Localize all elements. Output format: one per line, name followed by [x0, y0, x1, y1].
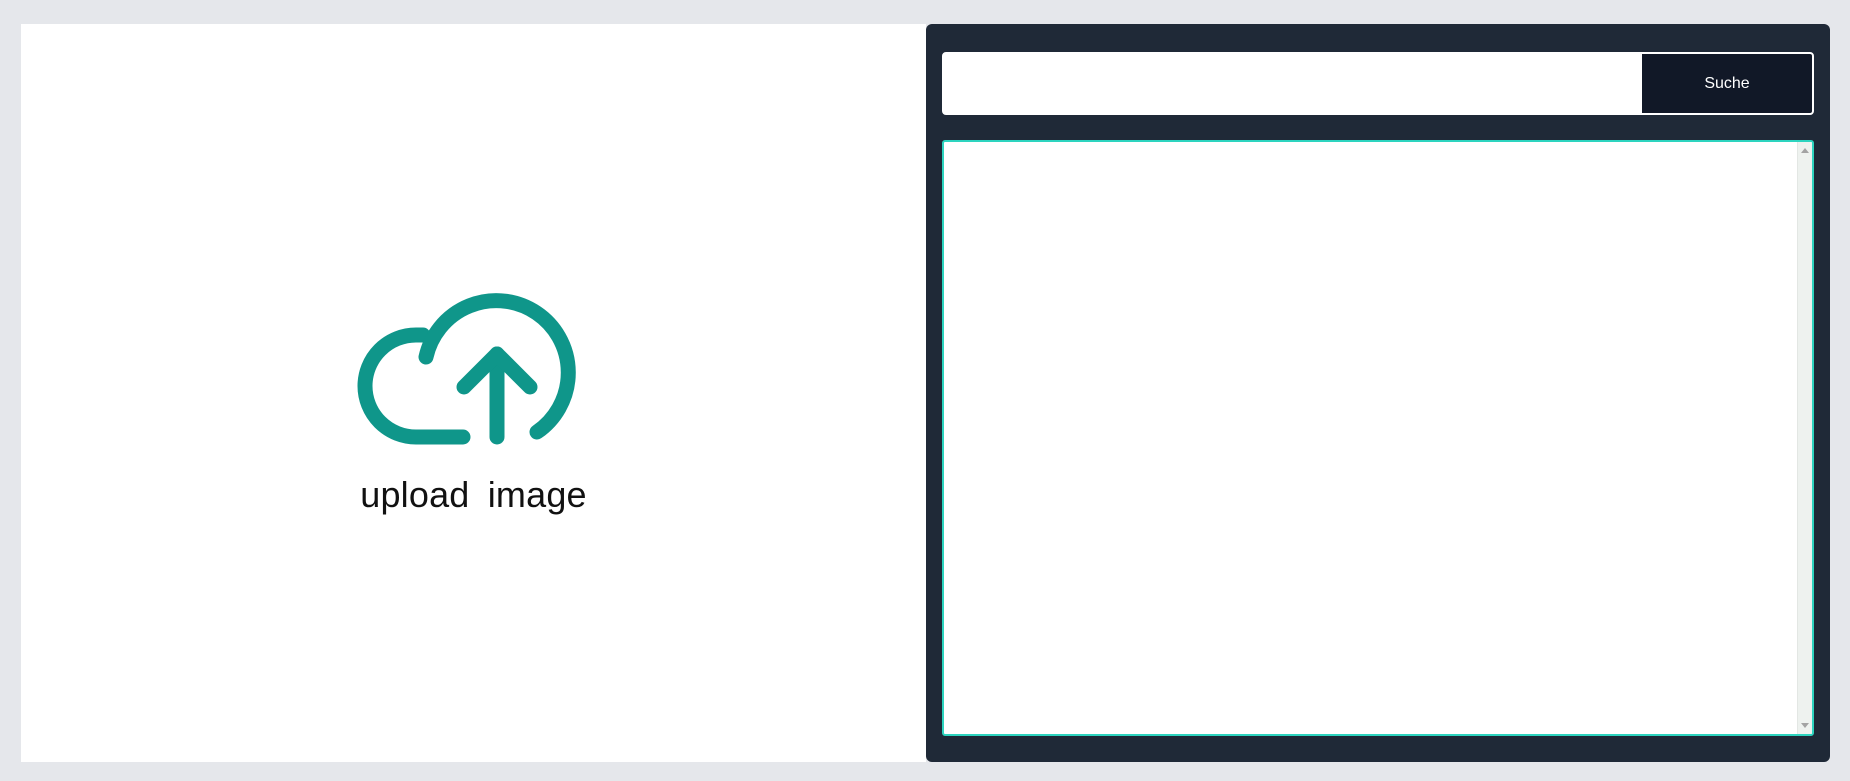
scroll-up-icon[interactable] [1801, 148, 1809, 153]
search-input[interactable] [944, 54, 1642, 113]
search-bar: Suche [942, 52, 1814, 115]
results-scrollbar[interactable] [1797, 142, 1812, 734]
scroll-down-icon[interactable] [1801, 723, 1809, 728]
upload-label: upload image [360, 474, 587, 515]
image-upload-dropzone[interactable]: upload image [21, 24, 926, 762]
results-textarea[interactable] [942, 140, 1814, 736]
app-root: upload image Suche [0, 0, 1850, 781]
search-panel: Suche [926, 24, 1830, 762]
cloud-upload-icon [357, 293, 576, 445]
search-button[interactable]: Suche [1642, 54, 1812, 113]
